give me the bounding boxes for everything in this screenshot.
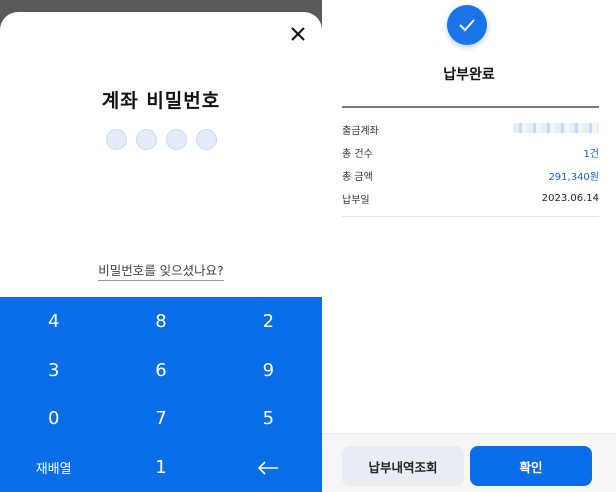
masked-account-number — [513, 123, 599, 133]
pin-dot — [165, 129, 187, 150]
summary-value: 291,340원 — [548, 172, 599, 183]
summary-divider — [342, 216, 599, 217]
keypad-key-7[interactable]: 7 — [107, 395, 214, 444]
payment-summary: 출금계좌 총 건수 1건 총 금액 291,340원 납부일 2023.06.1… — [342, 118, 599, 210]
keypad-key-5[interactable]: 5 — [215, 395, 322, 444]
success-check-badge — [447, 5, 487, 45]
close-icon[interactable] — [288, 24, 308, 44]
summary-label: 납부일 — [342, 195, 370, 206]
keypad-shuffle-button[interactable]: 재배열 — [0, 443, 107, 492]
pin-indicator — [0, 129, 322, 150]
summary-label: 총 건수 — [342, 149, 373, 160]
summary-row-count: 총 건수 1건 — [342, 141, 599, 164]
password-bottom-sheet: 계좌 비밀번호 비밀번호를 잊으셨나요? 4 8 2 3 6 9 0 7 5 재… — [0, 12, 322, 492]
summary-row-date: 납부일 2023.06.14 — [342, 187, 599, 210]
completion-title: 납부완료 — [443, 67, 495, 83]
backspace-arrow-icon — [258, 461, 279, 475]
keypad-backspace-button[interactable] — [215, 443, 322, 492]
keypad-key-4[interactable]: 4 — [0, 297, 107, 346]
password-panel: 계좌 비밀번호 비밀번호를 잊으셨나요? 4 8 2 3 6 9 0 7 5 재… — [0, 0, 322, 492]
summary-value: 1건 — [583, 149, 599, 160]
keypad-key-2[interactable]: 2 — [215, 297, 322, 346]
keypad-key-3[interactable]: 3 — [0, 346, 107, 395]
pin-dot — [195, 129, 217, 150]
keypad-key-6[interactable]: 6 — [107, 346, 214, 395]
summary-row-account: 출금계좌 — [342, 118, 599, 141]
summary-label: 출금계좌 — [342, 126, 379, 137]
confirm-button[interactable]: 확인 — [470, 446, 592, 486]
summary-value: 2023.06.14 — [541, 193, 599, 204]
payment-history-button[interactable]: 납부내역조회 — [342, 446, 464, 486]
header-divider — [342, 106, 599, 108]
keypad-key-8[interactable]: 8 — [107, 297, 214, 346]
withdrawal-account-value-masked — [513, 123, 599, 136]
forgot-password-link[interactable]: 비밀번호를 잊으셨나요? — [98, 263, 224, 281]
summary-label: 총 금액 — [342, 172, 373, 183]
keypad-key-0[interactable]: 0 — [0, 395, 107, 444]
keypad-key-1[interactable]: 1 — [107, 443, 214, 492]
password-title: 계좌 비밀번호 — [101, 90, 221, 112]
number-keypad: 4 8 2 3 6 9 0 7 5 재배열 1 — [0, 297, 322, 492]
check-icon — [459, 19, 475, 32]
summary-row-amount: 총 금액 291,340원 — [342, 164, 599, 187]
forgot-password-container: 비밀번호를 잊으셨나요? — [0, 260, 322, 281]
payment-complete-panel: 납부완료 출금계좌 총 건수 1건 총 금액 291,340원 납부일 2023… — [322, 0, 616, 492]
keypad-key-9[interactable]: 9 — [215, 346, 322, 395]
pin-dot — [105, 129, 127, 150]
pin-dot — [135, 129, 157, 150]
